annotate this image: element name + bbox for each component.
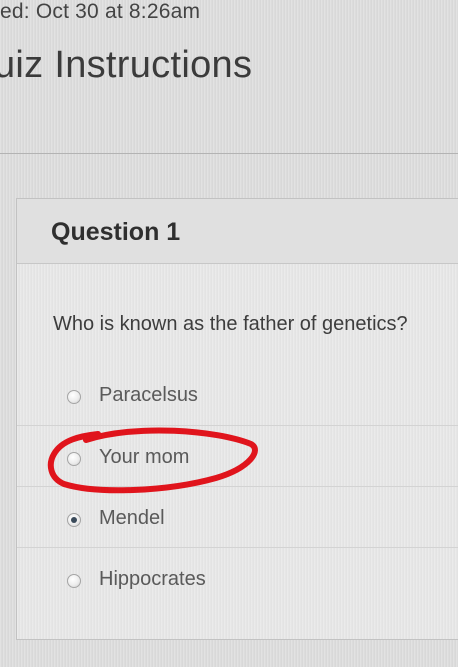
page-title: uiz Instructions [0, 44, 253, 86]
answer-option-your-mom[interactable]: Your mom [17, 425, 458, 487]
question-heading: Question 1 [51, 218, 181, 246]
question-header: Question 1 [17, 199, 458, 264]
radio-button[interactable] [67, 574, 81, 588]
radio-button[interactable] [67, 390, 81, 404]
answer-label: Paracelsus [99, 384, 198, 406]
question-card: Question 1 Who is known as the father of… [16, 198, 458, 640]
answer-option-paracelsus[interactable]: Paracelsus [17, 364, 458, 425]
published-timestamp: ted: Oct 30 at 8:26am [0, 0, 201, 23]
answer-label: Your mom [99, 446, 190, 468]
answer-label: Mendel [99, 507, 165, 529]
answer-option-mendel[interactable]: Mendel [17, 486, 458, 548]
title-divider [0, 153, 458, 154]
radio-button-selected[interactable] [67, 513, 81, 527]
radio-button[interactable] [67, 452, 81, 466]
answer-option-hippocrates[interactable]: Hippocrates [17, 547, 458, 609]
answer-label: Hippocrates [99, 568, 206, 590]
question-prompt: Who is known as the father of genetics? [53, 313, 408, 335]
